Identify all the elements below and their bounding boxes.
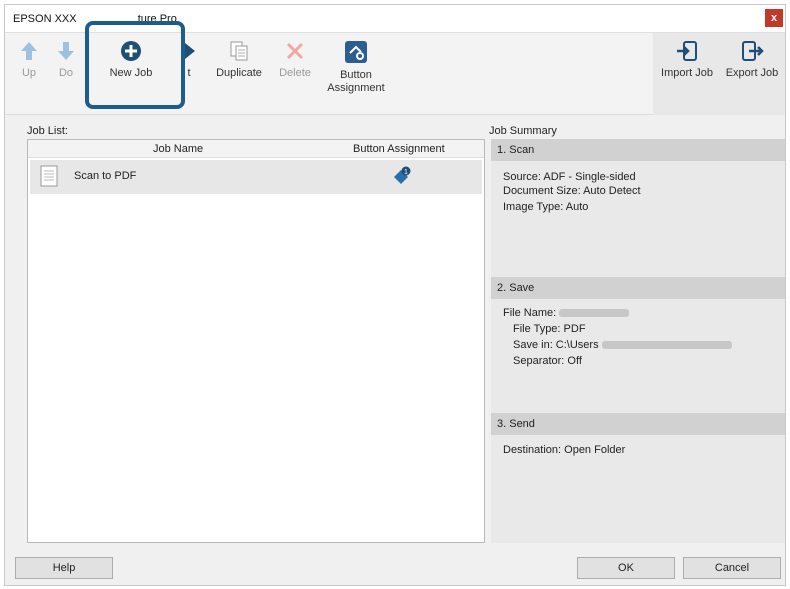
save-location-row: Save in: C:\Users (513, 339, 732, 351)
job-summary-label: Job Summary (489, 125, 557, 137)
job-summary-panel: 1. Scan Source: ADF - Single-sided Docum… (491, 139, 785, 543)
down-label: Do (58, 67, 74, 79)
document-icon (40, 165, 58, 187)
export-job-label: Export Job (725, 67, 779, 79)
delete-button[interactable]: Delete (273, 39, 317, 109)
send-section-header: 3. Send (491, 413, 785, 435)
new-job-label: New Job (109, 67, 153, 79)
plus-circle-icon (121, 41, 141, 61)
button-assignment-icon (345, 41, 367, 63)
column-header-job-name: Job Name (153, 143, 204, 155)
scan-source: Source: ADF - Single-sided (503, 171, 636, 183)
job-list-label: Job List: (27, 125, 68, 137)
up-label: Up (21, 67, 37, 79)
job-list-table: Job Name Button Assignment Scan to PDF 1 (27, 139, 485, 543)
button-assignment-button[interactable]: Button Assignment (323, 39, 389, 109)
edit-icon (185, 43, 195, 59)
cancel-button[interactable]: Cancel (683, 557, 781, 579)
import-job-label: Import Job (661, 67, 713, 79)
edit-label: t (187, 67, 191, 79)
export-job-button[interactable]: Export Job (721, 39, 783, 109)
duplicate-button[interactable]: Duplicate (209, 39, 269, 109)
toolbar: Up Do New Job t Duplicate Delete Button … (5, 33, 785, 115)
table-row[interactable]: Scan to PDF 1 (30, 160, 482, 194)
button-assignment-icon: 1 (394, 166, 411, 184)
edit-button[interactable]: t (177, 39, 201, 109)
button-assignment-label-line2: Assignment (327, 82, 385, 94)
save-location: Save in: C:\Users (513, 339, 599, 351)
redacted-value (559, 309, 630, 318)
button-assignment-label: Button Assignment (323, 69, 389, 95)
scan-section-header: 1. Scan (491, 139, 785, 161)
duplicate-icon (230, 41, 248, 61)
scan-document-size: Document Size: Auto Detect (503, 185, 641, 197)
job-name-cell: Scan to PDF (74, 170, 137, 182)
down-button[interactable]: Do (53, 39, 79, 109)
save-file-type: File Type: PDF (513, 323, 586, 335)
window-title: EPSON XXX ture Pro (13, 13, 177, 25)
delete-icon (286, 42, 304, 60)
save-separator: Separator: Off (513, 355, 582, 367)
import-job-button[interactable]: Import Job (655, 39, 719, 109)
arrow-up-icon (21, 42, 37, 60)
delete-label: Delete (279, 67, 311, 79)
help-button[interactable]: Help (15, 557, 113, 579)
ok-button[interactable]: OK (577, 557, 675, 579)
svg-text:1: 1 (404, 169, 408, 176)
column-header-button-assignment: Button Assignment (353, 143, 445, 155)
button-assignment-label-line1: Button (340, 69, 372, 81)
scan-image-type: Image Type: Auto (503, 201, 589, 213)
close-button[interactable]: x (765, 9, 783, 27)
title-bar: EPSON XXX ture Pro x (5, 5, 785, 33)
new-job-button[interactable]: New Job (97, 39, 165, 109)
job-list-header: Job Name Button Assignment (28, 140, 484, 158)
export-icon (742, 41, 764, 61)
save-section-header: 2. Save (491, 277, 785, 299)
arrow-down-icon (58, 42, 74, 60)
send-destination: Destination: Open Folder (503, 444, 626, 456)
save-file-name-row: File Name: (503, 307, 630, 319)
job-settings-window: EPSON XXX ture Pro x Up Do New Job t Dup… (4, 4, 786, 586)
duplicate-label: Duplicate (216, 67, 262, 79)
redacted-value (601, 341, 732, 350)
up-button[interactable]: Up (9, 39, 49, 109)
import-export-group: Import Job Export Job (653, 33, 785, 115)
import-icon (677, 41, 697, 61)
save-file-name: File Name: (503, 307, 557, 319)
